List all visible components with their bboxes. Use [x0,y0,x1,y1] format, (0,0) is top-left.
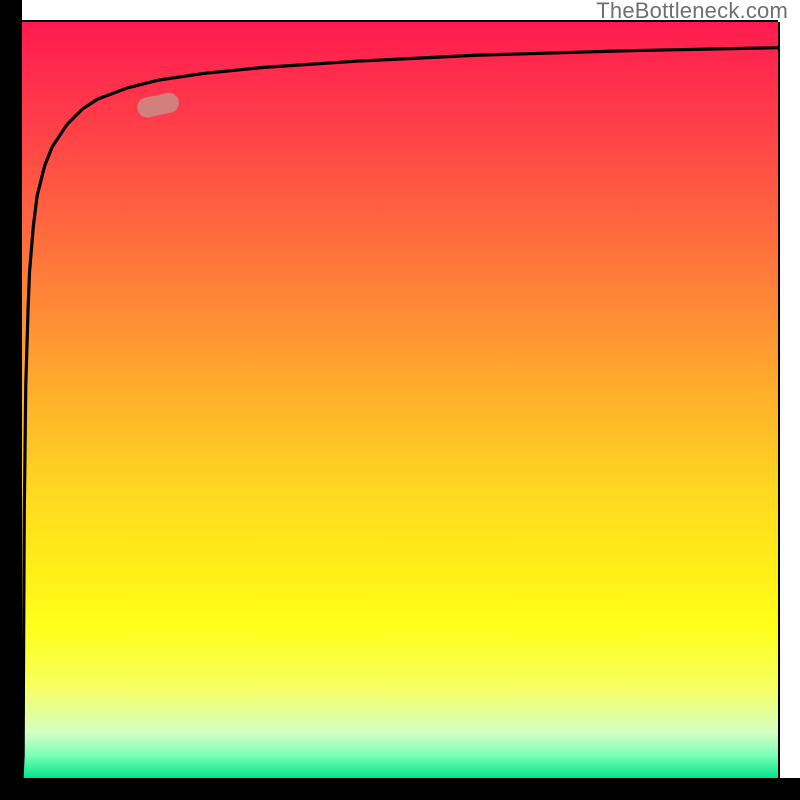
attribution-label: TheBottleneck.com [596,0,788,24]
plot-area [22,22,778,778]
gradient-fill [22,22,778,778]
axis-right-line [778,22,780,778]
axis-left-band [0,0,22,778]
chart-container: TheBottleneck.com [0,0,800,800]
axis-bottom-band [0,778,800,800]
